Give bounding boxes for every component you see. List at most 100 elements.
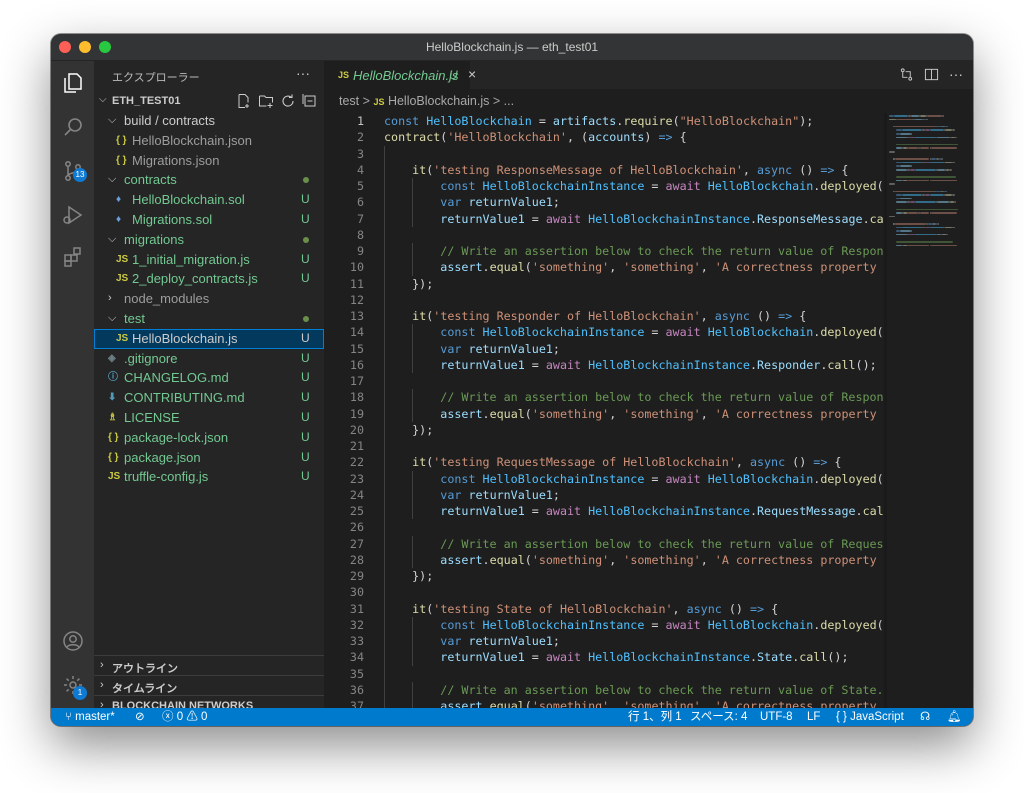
code-token: it (412, 455, 427, 470)
minimap-line (895, 125, 935, 128)
code-token: ); (799, 114, 814, 128)
explorer-sidebar: エクスプローラー ··· ⌵ ETH_TEST01 ⌵ build / contr… (94, 61, 324, 712)
tree-item[interactable]: ◈ .gitignore U (94, 349, 324, 369)
indentation[interactable]: スペース: 4 (690, 708, 747, 726)
tree-item-label: truffle-config.js (124, 469, 209, 485)
open-changes-icon[interactable] (899, 67, 914, 85)
code-line: 32 const HelloBlockchainInstance = await… (324, 616, 884, 633)
cursor-position[interactable]: 行 1、列 1 (628, 708, 682, 726)
minimap-line (901, 194, 923, 196)
tree-item[interactable]: { } package-lock.json U (94, 428, 324, 448)
breadcrumb-symbol[interactable]: > ... (493, 94, 514, 108)
code-token: await (665, 617, 708, 632)
breadcrumb-folder[interactable]: test (339, 94, 359, 108)
code-token: async (756, 162, 793, 177)
minimap-line (896, 179, 902, 182)
tree-item-label: CONTRIBUTING.md (124, 390, 245, 406)
line-content: var returnValue1; (384, 194, 560, 210)
code-line: 26 (324, 519, 884, 536)
explorer-icon[interactable] (51, 63, 94, 103)
code-token: , (672, 601, 687, 616)
code-token: HelloBlockchain (426, 114, 532, 128)
line-content: assert.equal('something', 'something', '… (384, 406, 884, 422)
tree-item[interactable]: ⌵ test (94, 309, 324, 329)
code-line: 19 assert.equal('something', 'something'… (324, 405, 884, 422)
tree-item[interactable]: JS 2_deploy_contracts.js U (94, 269, 324, 289)
tree-item-label: node_modules (124, 291, 210, 307)
code-token: }); (384, 276, 434, 291)
code-editor[interactable]: 1 const HelloBlockchain = artifacts.requi… (324, 113, 884, 708)
line-number: 33 (349, 634, 364, 648)
code-token: async (686, 601, 722, 616)
tree-item[interactable]: ⬇ CONTRIBUTING.md U (94, 388, 324, 408)
code-token: const (440, 325, 483, 340)
minimap-line (954, 136, 958, 139)
code-token: => (813, 455, 828, 470)
code-token: require (623, 114, 673, 128)
encoding[interactable]: UTF-8 (760, 708, 793, 726)
code-token: equal (489, 260, 525, 275)
run-debug-icon[interactable] (51, 195, 94, 235)
code-token: , (700, 552, 715, 567)
line-number: 24 (349, 487, 364, 502)
tree-item[interactable]: ♗ LICENSE U (94, 408, 324, 428)
tree-item[interactable]: JS HelloBlockchain.js U (94, 328, 324, 349)
js-file-icon: JS (108, 471, 121, 483)
problems-item[interactable]: ⓧ 0 ⚠ 0 (162, 708, 207, 726)
manage-gear-icon[interactable] (51, 665, 94, 705)
search-icon[interactable] (51, 107, 94, 147)
tab-helloblockchain-js[interactable]: JS HelloBlockchain.js U × (324, 61, 476, 89)
tree-item[interactable]: ⌵ build / contracts (94, 111, 324, 131)
tree-item-label: contracts (124, 172, 177, 188)
minimap-line (889, 118, 897, 121)
tree-item[interactable]: ♦ Migrations.sol U (94, 210, 324, 230)
indent-guide (384, 584, 385, 601)
tree-item[interactable]: ⌵ contracts (94, 170, 324, 190)
line-number: 4 (356, 162, 364, 177)
tree-item[interactable]: { } Migrations.json (94, 151, 324, 171)
code-token: assert (440, 260, 483, 275)
branch-item[interactable]: ⑂ master* (65, 708, 115, 726)
tree-item[interactable]: › node_modules (94, 289, 324, 309)
split-editor-icon[interactable] (924, 67, 939, 85)
line-number: 29 (349, 569, 364, 583)
feedback-icon[interactable]: ☊ (920, 708, 930, 726)
outline-section[interactable]: › アウトライン (94, 655, 324, 676)
tab-close-icon[interactable]: × (468, 66, 476, 82)
modified-dot (303, 177, 309, 184)
tree-item[interactable]: ⓘ CHANGELOG.md U (94, 368, 324, 388)
extensions-icon[interactable] (51, 237, 94, 277)
source-control-icon[interactable] (51, 151, 94, 191)
tree-item[interactable]: JS truffle-config.js U (94, 467, 324, 487)
code-token: , (609, 406, 624, 421)
line-ending[interactable]: LF (807, 708, 820, 726)
timeline-section[interactable]: › タイムライン (94, 675, 324, 696)
breadcrumb-file[interactable]: HelloBlockchain.js (388, 94, 489, 108)
tree-item[interactable]: { } HelloBlockchain.json (94, 131, 324, 151)
account-icon[interactable] (51, 621, 94, 661)
code-line: 7 returnValue1 = await HelloBlockchainIn… (324, 210, 884, 227)
sync-icon[interactable]: ⊘ (135, 708, 145, 726)
tree-item[interactable]: ♦ HelloBlockchain.sol U (94, 190, 324, 210)
minimap-line (901, 129, 923, 131)
workspace-section[interactable]: ⌵ ETH_TEST01 (94, 91, 324, 111)
minimap-line (896, 226, 902, 229)
minimap-line (942, 115, 944, 117)
tree-item[interactable]: { } package.json U (94, 448, 324, 468)
line-number: 16 (349, 357, 364, 372)
notifications-bell-icon[interactable]: 🔔︎ (947, 708, 962, 726)
language-mode[interactable]: { } JavaScript (836, 708, 904, 726)
code-token: await (545, 504, 589, 518)
more-actions-icon[interactable]: ··· (949, 67, 963, 85)
code-token: call (799, 650, 828, 665)
code-token: assert (440, 406, 483, 421)
minimap-line (896, 212, 902, 214)
tree-item[interactable]: JS 1_initial_migration.js U (94, 250, 324, 270)
code-token: async (749, 455, 786, 470)
minimap[interactable] (887, 113, 973, 253)
tree-item[interactable]: ⌵ migrations (94, 230, 324, 250)
explorer-more-button[interactable]: ··· (296, 65, 310, 81)
